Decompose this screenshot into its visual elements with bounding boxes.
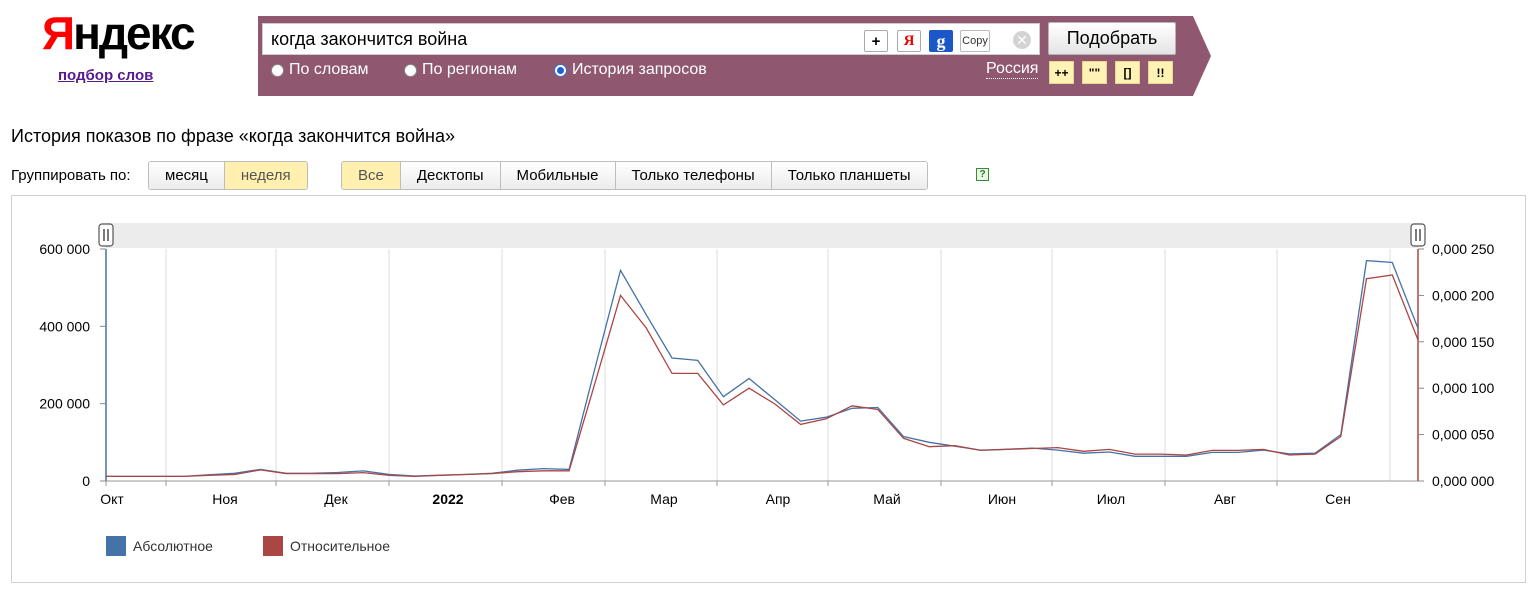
x-tick-label: Дек bbox=[324, 491, 348, 507]
x-tick-label: Май bbox=[873, 491, 900, 507]
help-icon[interactable]: ? bbox=[976, 168, 989, 181]
yandex-logo[interactable]: Яндекс bbox=[42, 4, 196, 62]
radio-dot-selected[interactable] bbox=[554, 63, 567, 77]
add-phrase-button[interactable]: + bbox=[864, 30, 888, 52]
x-axis: Окт Ноя Дек 2022 Фев Мар Апр Май Июн Июл Авг Сен bbox=[100, 481, 1351, 507]
radio-label: История запросов bbox=[572, 61, 707, 78]
x-tick-label: Апр bbox=[766, 491, 791, 507]
operator-plus-button[interactable]: ++ bbox=[1049, 61, 1074, 84]
copy-button[interactable]: Copy bbox=[960, 30, 990, 52]
x-tick-label: Ноя bbox=[212, 491, 237, 507]
series-relative-line bbox=[106, 274, 1419, 478]
chart-series bbox=[106, 259, 1419, 478]
chart-legend: Абсолютное Относительное bbox=[106, 536, 390, 556]
group-month-button[interactable]: месяц bbox=[149, 162, 225, 189]
history-chart: 0 200 000 400 000 600 000 0,000 000 0,000 05… bbox=[39, 223, 1494, 556]
device-mobile-button[interactable]: Мобильные bbox=[500, 162, 616, 189]
y-right-tick-label: 0,000 050 bbox=[1432, 427, 1494, 443]
y-left-tick-label: 0 bbox=[82, 473, 90, 489]
range-navigator bbox=[106, 223, 1418, 248]
range-handle-right[interactable] bbox=[1410, 223, 1426, 247]
device-tablets-button[interactable]: Только планшеты bbox=[771, 162, 927, 189]
legend-swatch-absolute bbox=[106, 536, 126, 556]
legend-label: Относительное bbox=[290, 538, 390, 554]
x-tick-label: 2022 bbox=[432, 491, 463, 507]
submit-button[interactable]: Подобрать bbox=[1048, 22, 1176, 55]
device-desktop-button[interactable]: Десктопы bbox=[400, 162, 501, 189]
x-tick-label: Окт bbox=[100, 491, 124, 507]
yandex-search-button[interactable]: Я bbox=[897, 30, 921, 52]
device-all-button[interactable]: Все bbox=[342, 162, 401, 189]
chart-frame: 0 200 000 400 000 600 000 0,000 000 0,000 05… bbox=[11, 195, 1526, 583]
legend-label: Абсолютное bbox=[133, 538, 213, 554]
y-left-tick-label: 400 000 bbox=[39, 318, 90, 334]
operator-quotes-button[interactable]: "" bbox=[1082, 61, 1107, 84]
x-tick-label: Фев bbox=[549, 491, 575, 507]
group-by-toggle: месяц неделя bbox=[148, 161, 308, 190]
radio-dot[interactable] bbox=[404, 63, 417, 77]
y-right-tick-label: 0,000 150 bbox=[1432, 334, 1494, 350]
wordstat-link[interactable]: подбор слов bbox=[58, 67, 153, 84]
region-selector[interactable]: Россия bbox=[986, 60, 1039, 79]
y-left-tick-label: 200 000 bbox=[39, 396, 90, 412]
x-tick-label: Мар bbox=[650, 491, 678, 507]
x-tick-label: Июн bbox=[988, 491, 1016, 507]
y-axis-right: 0,000 000 0,000 050 0,000 100 0,000 150 0,00… bbox=[1418, 241, 1494, 489]
y-axis-left: 0 200 000 400 000 600 000 bbox=[39, 241, 106, 489]
radio-by-words[interactable]: По словам bbox=[271, 61, 368, 79]
clear-icon[interactable]: ✕ bbox=[1013, 31, 1031, 49]
radio-label: По регионам bbox=[422, 61, 518, 78]
radio-dot[interactable] bbox=[271, 63, 284, 77]
logo-text: ндекс bbox=[73, 7, 196, 59]
y-right-tick-label: 0,000 200 bbox=[1432, 287, 1494, 303]
y-right-tick-label: 0,000 100 bbox=[1432, 380, 1494, 396]
x-tick-label: Авг bbox=[1214, 491, 1236, 507]
device-filter: Все Десктопы Мобильные Только телефоны Т… bbox=[341, 161, 928, 190]
logo-letter-ya: Я bbox=[42, 7, 75, 59]
group-by-label: Группировать по: bbox=[11, 167, 131, 184]
search-input[interactable] bbox=[271, 27, 851, 51]
x-tick-label: Сен bbox=[1325, 491, 1351, 507]
radio-label: По словам bbox=[289, 61, 369, 78]
search-panel-arrow bbox=[1193, 16, 1211, 96]
y-right-tick-label: 0,000 000 bbox=[1432, 473, 1494, 489]
radio-by-regions[interactable]: По регионам bbox=[404, 61, 517, 79]
operator-exclamation-button[interactable]: !! bbox=[1148, 61, 1173, 84]
search-box: + Я g Copy ✕ bbox=[262, 23, 1040, 55]
group-week-button[interactable]: неделя bbox=[224, 162, 307, 189]
google-search-button[interactable]: g bbox=[929, 30, 953, 52]
legend-swatch-relative bbox=[263, 536, 283, 556]
device-phones-button[interactable]: Только телефоны bbox=[615, 162, 772, 189]
operator-brackets-button[interactable]: [] bbox=[1115, 61, 1140, 84]
series-absolute-line bbox=[106, 259, 1419, 478]
y-left-tick-label: 600 000 bbox=[39, 241, 90, 257]
range-handle-left[interactable] bbox=[98, 223, 114, 247]
x-tick-label: Июл bbox=[1097, 491, 1125, 507]
y-right-tick-label: 0,000 250 bbox=[1432, 241, 1494, 257]
chart-grid bbox=[98, 223, 1426, 482]
page-title: История показов по фразе «когда закончит… bbox=[11, 126, 455, 146]
radio-history[interactable]: История запросов bbox=[554, 61, 707, 79]
